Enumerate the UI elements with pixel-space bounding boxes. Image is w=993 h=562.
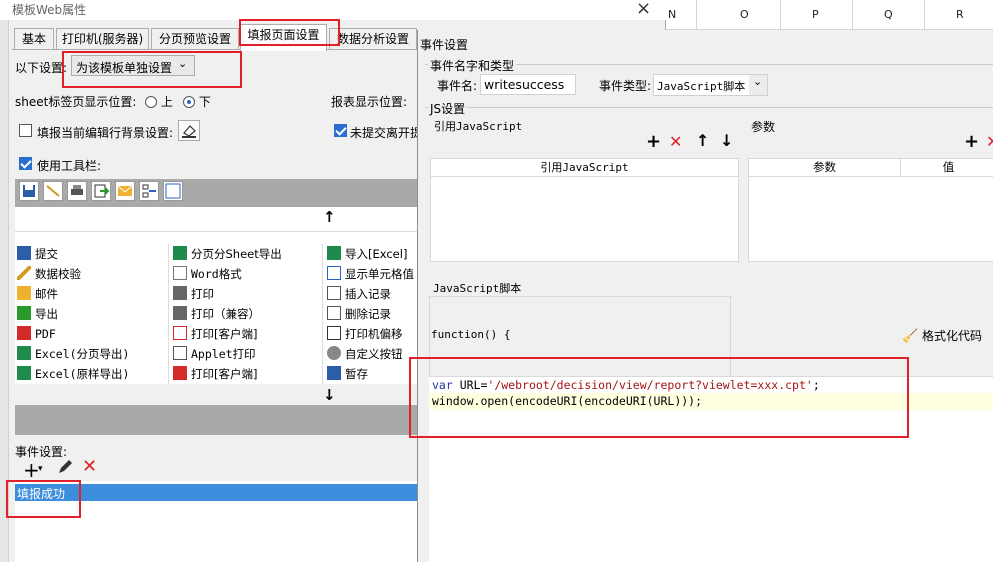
list-item-export[interactable]: 导出 [17,304,58,324]
save-icon[interactable] [19,181,39,201]
tabs-divider [12,49,418,50]
list-item-show-cell-value[interactable]: 显示单元格值 [327,264,414,284]
event-name-value: writesuccess [484,77,565,92]
list-item-excel-original[interactable]: Excel(原样导出) [17,364,129,384]
printer-icon[interactable] [67,181,87,201]
ref-js-label: 引用JavaScript [434,120,523,133]
params-table: 参数 值 [748,158,993,262]
js-script-label: JavaScript脚本 [433,282,522,295]
spreadsheet-header: N O P Q R [666,0,993,30]
blank-button-icon[interactable] [163,181,183,201]
event-settings-dialog: 事件设置 事件名字和类型 事件名: writesuccess 事件类型: Jav… [417,30,993,562]
column-header-n[interactable]: N [668,8,676,21]
verify-icon[interactable] [43,181,63,201]
move-up-icon[interactable]: ↑ [323,208,336,226]
event-type-value: JavaScript脚本 [657,80,746,93]
highlight-event [6,480,81,518]
list-item-custom-button[interactable]: 自定义按钮 [327,344,403,364]
list-item-excel-paged[interactable]: Excel(分页导出) [17,344,129,364]
settings-label: 以下设置: [15,61,68,75]
dialog-title: 模板Web属性 [12,3,87,17]
chevron-down-icon[interactable]: ▾ [38,464,43,474]
event-type-dropdown[interactable]: JavaScript脚本 ⌄ [653,74,768,96]
list-item-import-excel[interactable]: 导入[Excel] [327,244,407,264]
tab-basic[interactable]: 基本 [14,28,54,50]
edit-icon[interactable] [57,458,73,479]
ref-js-column-header[interactable]: 引用JavaScript [540,161,628,174]
move-down-icon[interactable]: ↓ [720,131,733,150]
list-item-verify[interactable]: 数据校验 [17,264,81,284]
radio-bottom[interactable]: 下 [183,93,211,110]
function-header: function() { [431,328,511,341]
column-divider [168,244,169,384]
delete-icon[interactable]: ✕ [669,132,682,151]
ref-js-table: 引用JavaScript [430,158,739,262]
toolbar-preview-bottom [15,405,417,435]
use-toolbar-label: 使用工具栏: [37,159,102,173]
section-divider [425,107,993,108]
list-item-delete-record[interactable]: 删除记录 [327,304,391,324]
list-item-submit[interactable]: 提交 [17,244,58,264]
toolbar-up-area [15,207,417,231]
brush-icon: 🧹 [902,329,919,344]
list-item-print-client[interactable]: 打印[客户端] [173,324,257,344]
tab-printer-server[interactable]: 打印机(服务器) [56,28,149,50]
move-down-icon[interactable]: ↓ [323,386,336,404]
paint-bucket-icon[interactable] [178,120,200,141]
mail-icon[interactable] [115,181,135,201]
column-header-o[interactable]: O [740,8,749,21]
event-type-label: 事件类型: [599,79,652,93]
list-item-pdf[interactable]: PDF [17,324,56,344]
format-code-button[interactable]: 🧹 格式化代码 [902,327,982,344]
delete-icon[interactable]: ✕ [82,456,97,477]
list-item-mail[interactable]: 邮件 [17,284,58,304]
event-name-label: 事件名: [437,79,478,93]
delete-param-icon[interactable]: ✕ [986,132,993,151]
list-item-applet-print[interactable]: Applet打印 [173,344,256,364]
list-item-print-client-2[interactable]: 打印[客户端] [173,364,257,384]
add-icon[interactable]: + [646,131,661,152]
sheet-position-label: sheet标签页显示位置: [15,95,137,109]
list-item-word[interactable]: Word格式 [173,264,242,284]
js-settings-title: JS设置 [428,100,468,117]
list-item-print[interactable]: 打印 [173,284,214,304]
section-name-type-title: 事件名字和类型 [428,57,517,74]
highlight-settings [62,51,242,88]
column-divider [322,244,323,384]
move-up-icon[interactable]: ↑ [696,131,709,150]
list-item-print-compat[interactable]: 打印（兼容） [173,304,260,324]
tab-pagination-preview[interactable]: 分页预览设置 [151,28,239,50]
add-param-icon[interactable]: + [964,131,979,152]
tab-data-analysis[interactable]: 数据分析设置 [329,28,417,50]
list-item-insert-record[interactable]: 插入记录 [327,284,391,304]
params-label: 参数 [751,120,776,134]
column-header-q[interactable]: Q [884,8,893,21]
export-icon[interactable] [91,181,111,201]
insert-row-icon[interactable] [139,181,159,201]
value-column-header[interactable]: 值 [943,160,955,174]
list-item-printer-offset[interactable]: 打印机偏移 [327,324,403,344]
report-position-label: 报表显示位置: [331,95,408,109]
column-header-p[interactable]: P [812,8,819,21]
fill-bg-label: 填报当前编辑行背景设置: [37,126,174,140]
dialog-title: 事件设置 [420,38,469,52]
unsubmitted-label: 未提交离开提 [350,126,423,140]
column-header-r[interactable]: R [956,8,964,21]
unsubmitted-checkbox[interactable] [334,124,347,138]
radio-top[interactable]: 上 [145,93,173,110]
event-name-input[interactable]: writesuccess [480,74,576,95]
list-item-sheet-export[interactable]: 分页分Sheet导出 [173,244,282,264]
list-item-stash[interactable]: 暂存 [327,364,368,384]
highlight-code [409,357,909,438]
title-bar: 模板Web属性 × [0,0,666,20]
use-toolbar-checkbox[interactable] [19,157,32,171]
chevron-down-icon: ⌄ [753,75,763,88]
fill-bg-checkbox[interactable] [19,124,32,138]
highlight-tab [239,19,340,46]
close-icon[interactable]: × [636,0,651,19]
params-column-header[interactable]: 参数 [813,160,836,174]
